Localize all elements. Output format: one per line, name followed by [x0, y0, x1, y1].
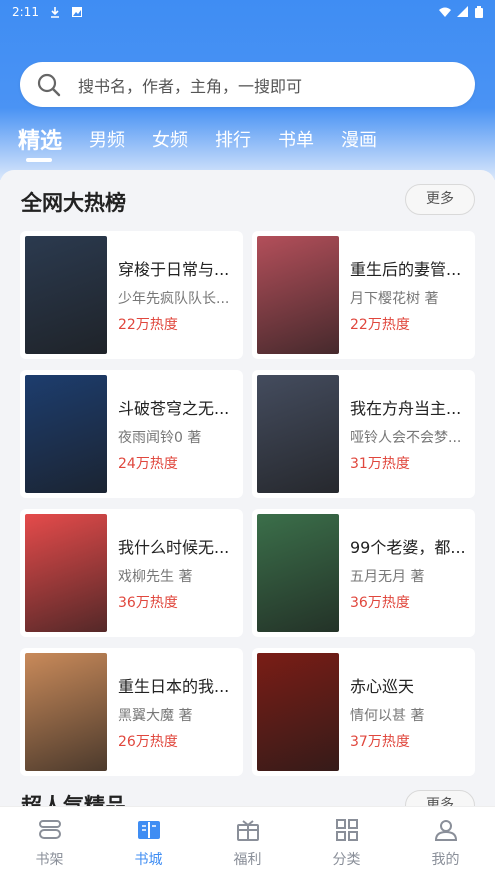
book-cover — [25, 653, 107, 771]
nav-label: 分类 — [332, 852, 361, 868]
book-card[interactable]: 重生后的妻管... 月下樱花树 著 22万热度 — [252, 231, 475, 359]
category-grid-icon — [335, 819, 358, 841]
tab-featured[interactable]: 精选 — [18, 118, 62, 162]
book-author: 哑铃人会不会梦... — [350, 430, 462, 446]
bookshelf-icon — [38, 820, 61, 839]
tab-ranking[interactable]: 排行 — [215, 118, 251, 152]
book-heat: 22万热度 — [350, 317, 410, 333]
book-cover — [257, 514, 339, 632]
wifi-icon — [439, 7, 451, 17]
battery-icon — [475, 6, 483, 18]
book-author: 戏柳先生 著 — [118, 569, 193, 585]
book-title: 重生日本的我... — [118, 677, 230, 696]
book-heat: 37万热度 — [350, 734, 410, 750]
gift-icon — [236, 820, 259, 841]
book-title: 我在方舟当主... — [350, 399, 462, 418]
nav-bookshelf[interactable]: 书架 — [0, 807, 99, 880]
status-time: 2:11 — [12, 5, 39, 19]
book-card[interactable]: 重生日本的我... 黑翼大魔 著 26万热度 — [20, 648, 243, 776]
signal-icon — [457, 6, 468, 17]
tab-comics[interactable]: 漫画 — [341, 118, 377, 152]
book-author: 少年先疯队队长... — [118, 291, 230, 307]
book-author: 月下樱花树 著 — [350, 291, 439, 307]
book-author: 黑翼大魔 著 — [118, 708, 193, 724]
book-title: 赤心巡天 — [350, 677, 415, 696]
search-bar[interactable]: 搜书名，作者，主角，一搜即可 — [20, 62, 475, 107]
tab-booklist[interactable]: 书单 — [278, 118, 314, 152]
nav-profile[interactable]: 我的 — [396, 807, 495, 880]
book-card[interactable]: 穿梭于日常与... 少年先疯队队长... 22万热度 — [20, 231, 243, 359]
book-card[interactable]: 我在方舟当主... 哑铃人会不会梦... 31万热度 — [252, 370, 475, 498]
category-tabs: 精选 男频 女频 排行 书单 漫画 — [0, 118, 495, 168]
book-heat: 36万热度 — [118, 595, 178, 611]
book-heat: 24万热度 — [118, 456, 178, 472]
status-bar: 2:11 — [0, 0, 495, 24]
book-card[interactable]: 我什么时候无... 戏柳先生 著 36万热度 — [20, 509, 243, 637]
book-card[interactable]: 赤心巡天 情何以甚 著 37万热度 — [252, 648, 475, 776]
book-author: 五月无月 著 — [350, 569, 425, 585]
book-cover — [25, 236, 107, 354]
nav-label: 书架 — [35, 852, 64, 868]
nav-label: 书城 — [134, 852, 163, 868]
book-heat: 36万热度 — [350, 595, 410, 611]
book-title: 穿梭于日常与... — [118, 260, 230, 279]
bottom-nav: 书架 书城 福利 分类 我的 — [0, 806, 495, 880]
book-card[interactable]: 99个老婆，都... 五月无月 著 36万热度 — [252, 509, 475, 637]
tab-male[interactable]: 男频 — [89, 118, 125, 152]
nav-label: 福利 — [233, 852, 262, 868]
nav-label: 我的 — [431, 852, 460, 868]
nav-welfare[interactable]: 福利 — [198, 807, 297, 880]
book-cover — [257, 236, 339, 354]
book-cover — [25, 375, 107, 493]
book-title: 99个老婆，都... — [350, 538, 466, 557]
book-title: 重生后的妻管... — [350, 260, 462, 279]
book-title: 斗破苍穹之无... — [118, 399, 230, 418]
book-title: 我什么时候无... — [118, 538, 230, 557]
search-placeholder: 搜书名，作者，主角，一搜即可 — [78, 76, 303, 96]
search-icon — [37, 73, 61, 96]
tab-female[interactable]: 女频 — [152, 118, 188, 152]
profile-icon — [434, 820, 457, 841]
download-icon — [50, 7, 59, 18]
section-title: 全网大热榜 — [21, 191, 126, 215]
book-cover — [257, 653, 339, 771]
bookstore-icon — [137, 821, 160, 839]
book-cover — [257, 375, 339, 493]
book-author: 夜雨闻铃0 著 — [118, 430, 202, 446]
book-cover — [25, 514, 107, 632]
nav-category[interactable]: 分类 — [297, 807, 396, 880]
book-card[interactable]: 斗破苍穹之无... 夜雨闻铃0 著 24万热度 — [20, 370, 243, 498]
hot-ranking-section: 全网大热榜 更多 穿梭于日常与... 少年先疯队队长... 22万热度 重生后的… — [0, 170, 495, 821]
book-heat: 22万热度 — [118, 317, 178, 333]
book-author: 情何以甚 著 — [350, 708, 425, 724]
book-heat: 26万热度 — [118, 734, 178, 750]
book-heat: 31万热度 — [350, 456, 410, 472]
image-icon — [71, 7, 82, 17]
more-button[interactable]: 更多 — [405, 184, 475, 215]
nav-bookstore[interactable]: 书城 — [99, 807, 198, 880]
